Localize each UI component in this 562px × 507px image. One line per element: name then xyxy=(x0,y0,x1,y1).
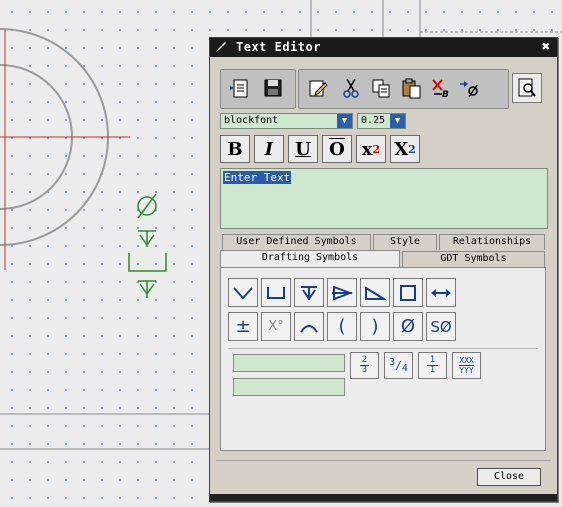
fraction-upper-field[interactable] xyxy=(233,354,345,372)
tab-label: Drafting Symbols xyxy=(261,252,359,263)
overline-button[interactable]: O xyxy=(322,135,352,163)
arc-icon[interactable] xyxy=(294,312,324,341)
symbol-label: ± xyxy=(235,316,251,337)
tab-label: GDT Symbols xyxy=(440,253,507,264)
tab-label: User Defined Symbols xyxy=(236,236,357,247)
plus-minus-button[interactable]: ± xyxy=(228,312,258,341)
save-icon[interactable] xyxy=(259,74,287,102)
symbol-label: ( xyxy=(338,316,346,337)
edit-toolbar: B xyxy=(298,69,509,109)
edit-text-icon[interactable] xyxy=(304,74,332,102)
slope-icon[interactable] xyxy=(360,278,390,307)
tab-user-defined-symbols[interactable]: User Defined Symbols xyxy=(222,234,371,250)
text-input-area[interactable]: Enter Text xyxy=(220,168,548,229)
depth-icon[interactable] xyxy=(294,278,324,307)
spherical-diameter-button[interactable]: SØ xyxy=(426,312,456,341)
chevron-down-icon[interactable]: ▼ xyxy=(337,114,352,128)
tab-drafting-symbols[interactable]: Drafting Symbols xyxy=(220,250,400,268)
font-size-value: 0.25 xyxy=(361,115,386,126)
font-family-value: blockfont xyxy=(224,115,279,126)
pencil-icon xyxy=(214,40,228,54)
text-editor-dialog: Text Editor ✖ B blockfont ▼ 0.25 ▼ B I U… xyxy=(209,37,558,502)
close-button[interactable]: Close xyxy=(477,468,541,486)
bold-label: B xyxy=(227,138,243,160)
superscript-sub: 2 xyxy=(372,142,381,156)
clear-format-icon[interactable]: B xyxy=(427,74,455,102)
fraction-xxx-yyy-button[interactable]: XXX YYY xyxy=(452,352,481,379)
font-size-select[interactable]: 0.25 ▼ xyxy=(357,113,406,129)
symbol-label: Ø xyxy=(400,316,416,337)
arc-length-both-icon[interactable] xyxy=(426,278,456,307)
title-bar[interactable]: Text Editor ✖ xyxy=(210,38,557,57)
drafting-annotation xyxy=(128,193,167,298)
font-family-select[interactable]: blockfont ▼ xyxy=(220,113,353,129)
square-icon[interactable] xyxy=(393,278,423,307)
tab-label: Style xyxy=(389,236,421,247)
fraction-label: 1 1 xyxy=(426,356,439,375)
open-paren-button[interactable]: ( xyxy=(327,312,357,341)
fraction-label: 2 3 xyxy=(359,356,370,375)
divider xyxy=(228,348,538,349)
underline-label: U xyxy=(295,138,311,160)
insert-symbol-icon[interactable] xyxy=(455,74,483,102)
fraction-label: 3/4 xyxy=(389,357,408,374)
dialog-title: Text Editor xyxy=(236,40,321,54)
preview-icon[interactable] xyxy=(512,73,542,103)
tab-gdt-symbols[interactable]: GDT Symbols xyxy=(402,251,545,267)
counterbore-icon[interactable] xyxy=(261,278,291,307)
close-button-label: Close xyxy=(493,471,525,482)
symbol-label: X° xyxy=(268,319,284,334)
fraction-stacked-button[interactable]: 1 1 xyxy=(418,352,447,379)
fraction-numerator: XXX xyxy=(459,356,474,366)
cut-icon[interactable] xyxy=(337,74,365,102)
svg-text:B: B xyxy=(442,90,449,99)
fraction-denominator: 4 xyxy=(401,363,408,374)
close-icon[interactable]: ✖ xyxy=(539,40,553,54)
file-toolbar xyxy=(220,69,296,109)
fraction-denominator: 1 xyxy=(429,365,436,375)
fraction-denominator: YYY xyxy=(459,366,474,375)
copy-icon[interactable] xyxy=(367,74,395,102)
conical-taper-icon[interactable] xyxy=(327,278,357,307)
fraction-denominator: 3 xyxy=(361,365,368,375)
fraction-lower-field[interactable] xyxy=(233,378,345,396)
bold-button[interactable]: B xyxy=(220,135,250,163)
subscript-label: X xyxy=(394,138,409,160)
paste-icon[interactable] xyxy=(397,74,425,102)
underline-button[interactable]: U xyxy=(288,135,318,163)
selected-text: Enter Text xyxy=(223,171,292,184)
dialog-bottom-bar xyxy=(210,494,557,501)
new-document-icon[interactable] xyxy=(226,74,254,102)
close-paren-button[interactable]: ) xyxy=(360,312,390,341)
fraction-two-thirds-button[interactable]: 2 3 xyxy=(350,352,379,379)
chevron-down-icon[interactable]: ▼ xyxy=(390,114,405,128)
subscript-button[interactable]: X2 xyxy=(390,135,420,163)
tab-style[interactable]: Style xyxy=(373,234,437,250)
degrees-button[interactable]: X° xyxy=(261,312,291,341)
subscript-sub: 2 xyxy=(408,142,416,156)
superscript-label: x xyxy=(361,138,373,160)
superscript-button[interactable]: x2 xyxy=(356,135,386,163)
italic-label: I xyxy=(264,138,274,160)
fraction-three-fourths-button[interactable]: 3/4 xyxy=(384,352,413,379)
symbol-label: ) xyxy=(371,316,379,337)
overline-label: O xyxy=(329,138,345,160)
countersink-icon[interactable] xyxy=(228,278,258,307)
diameter-button[interactable]: Ø xyxy=(393,312,423,341)
footer-divider xyxy=(216,460,551,461)
italic-button[interactable]: I xyxy=(254,135,284,163)
fraction-numerator: 3 xyxy=(389,357,396,368)
tab-relationships[interactable]: Relationships xyxy=(439,234,545,250)
tab-label: Relationships xyxy=(452,236,532,247)
symbol-label: SØ xyxy=(430,317,452,336)
fraction-label: XXX YYY xyxy=(459,356,474,375)
drafting-symbols-panel: ± X° ( ) Ø SØ 2 3 3 / 4 1 1 XXX YYY xyxy=(220,267,546,451)
